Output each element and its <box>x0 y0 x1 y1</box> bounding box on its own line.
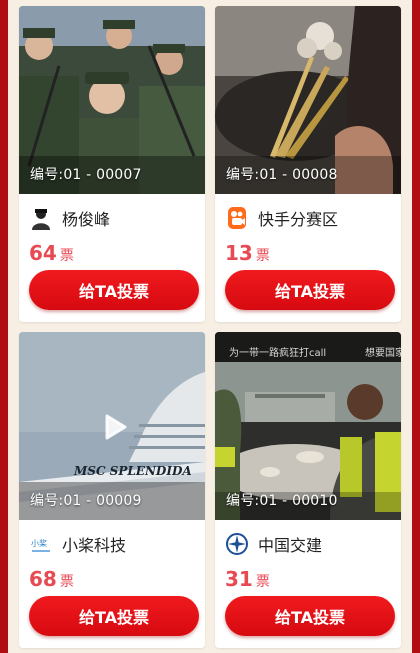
vote-unit: 票 <box>255 248 270 264</box>
xiaojiang-logo-icon: 小桨 <box>30 538 52 552</box>
vote-number: 13 <box>225 241 253 265</box>
entry-code: 编号:01 - 00007 <box>30 167 142 183</box>
entry-name-row: 快手分赛区 <box>225 204 338 232</box>
entry-name-row: 中国交建 <box>225 530 322 558</box>
entry-name-row: 杨俊峰 <box>29 204 110 232</box>
vote-unit: 票 <box>59 574 74 590</box>
entry-code: 编号:01 - 00010 <box>226 493 338 509</box>
vote-number: 31 <box>225 567 253 591</box>
vote-button[interactable]: 给TA投票 <box>29 270 199 310</box>
vote-button[interactable]: 给TA投票 <box>29 596 199 636</box>
vote-count: 64 票 <box>29 241 74 265</box>
entry-code: 编号:01 - 00008 <box>226 167 338 183</box>
entry-code: 编号:01 - 00009 <box>30 493 142 509</box>
video-caption-right: 想要国家 <box>365 346 401 359</box>
ship-name-text: MSC SPLENDIDA <box>73 464 192 478</box>
cccc-logo-icon <box>226 533 248 555</box>
entry-name: 中国交建 <box>258 536 323 555</box>
vote-unit: 票 <box>59 248 74 264</box>
panel: 编号:01 - 00007 杨俊峰 64 票 给TA投票 编号:01 - 000… <box>8 0 412 653</box>
entry-name: 杨俊峰 <box>62 210 111 229</box>
vote-count: 31 票 <box>225 567 270 591</box>
entry-name: 小桨科技 <box>62 536 127 555</box>
vote-button[interactable]: 给TA投票 <box>225 270 395 310</box>
vote-count: 13 票 <box>225 241 270 265</box>
entry-card: 编号:01 - 00007 杨俊峰 64 票 给TA投票 <box>19 6 205 322</box>
entry-thumbnail[interactable]: MSC SPLENDIDA 编号:01 - 00009 <box>19 332 205 520</box>
vote-number: 64 <box>29 241 57 265</box>
person-avatar-icon <box>32 209 50 230</box>
entry-thumbnail[interactable]: 编号:01 - 00007 <box>19 6 205 194</box>
entry-name: 快手分赛区 <box>258 210 339 229</box>
vote-unit: 票 <box>255 574 270 590</box>
entry-thumbnail[interactable]: 编号:01 - 00008 <box>215 6 401 194</box>
entry-card: 为一带一路疯狂打call 想要国家 编号:01 - 00010 中国交建 31 … <box>215 332 401 648</box>
vote-button[interactable]: 给TA投票 <box>225 596 395 636</box>
kuaishou-logo-icon <box>228 207 246 229</box>
svg-text:小桨: 小桨 <box>31 538 47 548</box>
vote-number: 68 <box>29 567 57 591</box>
vote-count: 68 票 <box>29 567 74 591</box>
video-caption: 为一带一路疯狂打call <box>229 346 326 359</box>
entry-thumbnail[interactable]: 为一带一路疯狂打call 想要国家 编号:01 - 00010 <box>215 332 401 520</box>
entry-card: MSC SPLENDIDA 编号:01 - 00009 小桨 小桨科技 68 票… <box>19 332 205 648</box>
entry-card: 编号:01 - 00008 快手分赛区 13 票 给TA投票 <box>215 6 401 322</box>
play-icon[interactable] <box>99 412 129 442</box>
entry-name-row: 小桨 小桨科技 <box>29 530 126 558</box>
